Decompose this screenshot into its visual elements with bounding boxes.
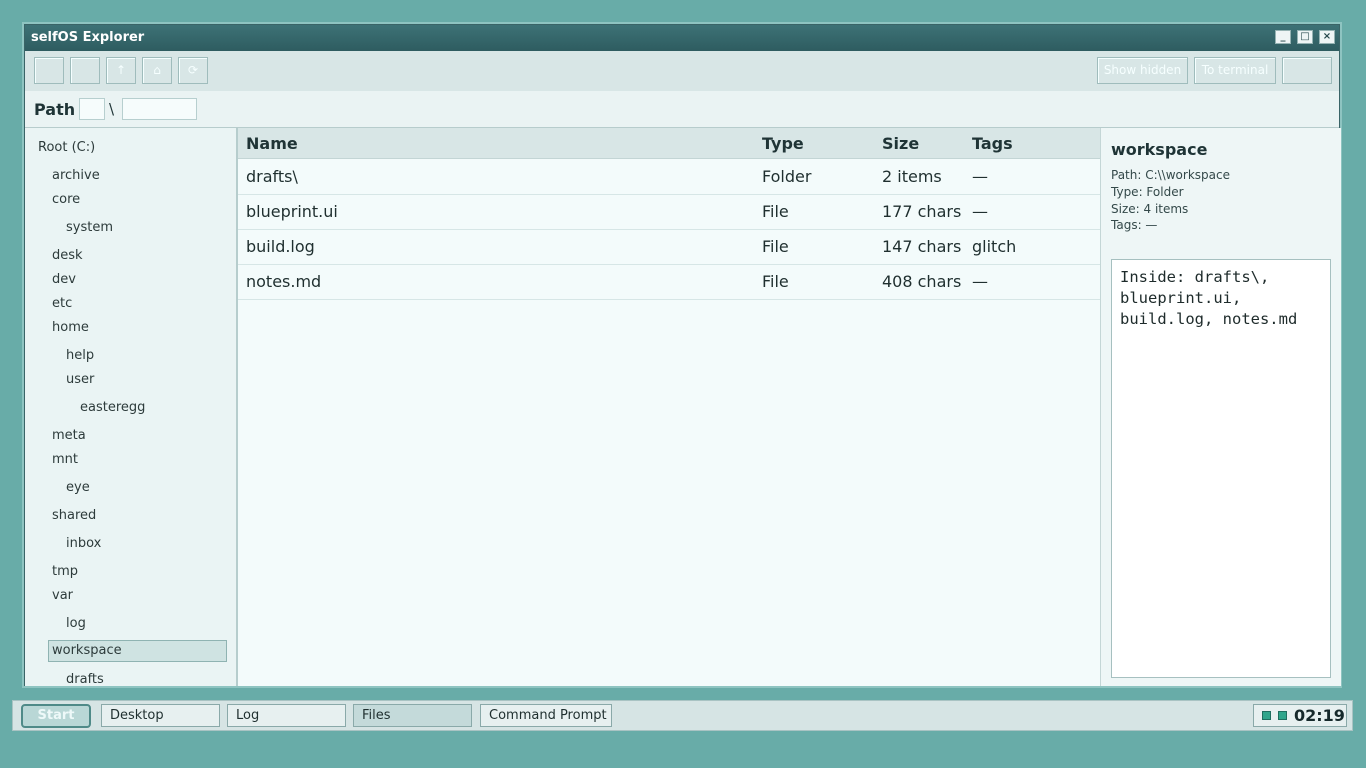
tree-item[interactable]: home — [52, 317, 89, 339]
list-header: Name Type Size Tags — [238, 128, 1100, 159]
column-header-size[interactable]: Size — [882, 134, 919, 153]
row-name: drafts\ — [246, 167, 298, 186]
tree-item[interactable]: shared — [52, 505, 96, 527]
task-command-prompt[interactable]: Command Prompt — [480, 704, 612, 727]
system-tray: 02:19 — [1253, 704, 1347, 727]
minimize-button[interactable]: _ — [1275, 30, 1291, 44]
tree-item-selected[interactable]: workspace — [48, 640, 227, 662]
task-log[interactable]: Log — [227, 704, 346, 727]
start-button[interactable]: Start — [21, 704, 91, 728]
tree-item[interactable]: easteregg — [80, 397, 145, 419]
column-header-name[interactable]: Name — [246, 134, 298, 153]
details-preview[interactable]: Inside: drafts\, blueprint.ui, build.log… — [1111, 259, 1331, 678]
maximize-button[interactable]: □ — [1297, 30, 1313, 44]
tree-item[interactable]: help — [66, 345, 94, 367]
row-tags: — — [972, 167, 988, 186]
taskbar: Start Desktop Log Files Command Prompt 0… — [12, 700, 1353, 731]
column-header-type[interactable]: Type — [762, 134, 804, 153]
details-path: Path: C:\\workspace — [1111, 168, 1230, 182]
show-hidden-button[interactable]: Show hidden — [1097, 57, 1188, 84]
row-type: File — [762, 237, 789, 256]
tree-item[interactable]: log — [66, 613, 86, 635]
tree-item[interactable]: dev — [52, 269, 76, 291]
tree-item[interactable]: system — [66, 217, 113, 239]
clock: 02:19 — [1294, 706, 1345, 725]
tray-indicator-icon — [1262, 711, 1271, 720]
tree-item[interactable]: core — [52, 189, 80, 211]
path-segment-current[interactable] — [122, 98, 197, 120]
details-panel: workspace Path: C:\\workspace Type: Fold… — [1100, 128, 1341, 686]
folder-tree: Root (C:) archive core system desk dev e… — [25, 128, 238, 686]
tray-indicator-icon — [1278, 711, 1287, 720]
row-size: 147 chars — [882, 237, 962, 256]
extra-toolbar-button[interactable] — [1282, 57, 1332, 84]
tree-item[interactable]: desk — [52, 245, 83, 267]
row-type: Folder — [762, 167, 812, 186]
row-size: 2 items — [882, 167, 942, 186]
task-desktop[interactable]: Desktop — [101, 704, 220, 727]
details-size: Size: 4 items — [1111, 202, 1189, 216]
home-button[interactable]: ⌂ — [142, 57, 172, 84]
row-tags: — — [972, 272, 988, 291]
explorer-window: selfOS Explorer _ □ × ↑ ⌂ ⟳ Show hidden … — [24, 24, 1341, 686]
row-size: 177 chars — [882, 202, 962, 221]
path-segment-root[interactable] — [79, 98, 105, 120]
row-tags: glitch — [972, 237, 1017, 256]
details-type: Type: Folder — [1111, 185, 1184, 199]
tree-item[interactable]: drafts — [66, 669, 104, 686]
tree-item[interactable]: var — [52, 585, 73, 607]
table-row[interactable]: blueprint.ui File 177 chars — — [238, 194, 1100, 230]
refresh-button[interactable]: ⟳ — [178, 57, 208, 84]
table-row[interactable]: build.log File 147 chars glitch — [238, 229, 1100, 265]
path-separator: \ — [109, 100, 115, 118]
tree-item[interactable]: user — [66, 369, 94, 391]
task-files[interactable]: Files — [353, 704, 472, 727]
row-size: 408 chars — [882, 272, 962, 291]
tree-item[interactable]: inbox — [66, 533, 101, 555]
tree-item[interactable]: eye — [66, 477, 90, 499]
path-label: Path — [34, 100, 76, 119]
forward-button[interactable] — [70, 57, 100, 84]
details-title: workspace — [1111, 140, 1208, 159]
title-bar[interactable]: selfOS Explorer _ □ × — [25, 25, 1339, 51]
row-type: File — [762, 202, 789, 221]
row-name: notes.md — [246, 272, 322, 291]
row-tags: — — [972, 202, 988, 221]
tree-item[interactable]: meta — [52, 425, 86, 447]
up-button[interactable]: ↑ — [106, 57, 136, 84]
window-title: selfOS Explorer — [31, 30, 145, 45]
row-name: blueprint.ui — [246, 202, 338, 221]
row-name: build.log — [246, 237, 315, 256]
close-button[interactable]: × — [1319, 30, 1335, 44]
tree-item[interactable]: etc — [52, 293, 72, 315]
row-type: File — [762, 272, 789, 291]
column-header-tags[interactable]: Tags — [972, 134, 1013, 153]
file-list: Name Type Size Tags drafts\ Folder 2 ite… — [238, 128, 1100, 686]
table-row[interactable]: drafts\ Folder 2 items — — [238, 159, 1100, 195]
table-row[interactable]: notes.md File 408 chars — — [238, 264, 1100, 300]
tree-item[interactable]: archive — [52, 165, 100, 187]
details-tags: Tags: — — [1111, 218, 1158, 232]
tree-item[interactable]: mnt — [52, 449, 78, 471]
to-terminal-button[interactable]: To terminal — [1194, 57, 1276, 84]
tree-item[interactable]: tmp — [52, 561, 78, 583]
tree-root[interactable]: Root (C:) — [38, 137, 95, 159]
path-bar: Path \ — [25, 91, 1339, 128]
toolbar: ↑ ⌂ ⟳ Show hidden To terminal — [25, 51, 1339, 92]
back-button[interactable] — [34, 57, 64, 84]
